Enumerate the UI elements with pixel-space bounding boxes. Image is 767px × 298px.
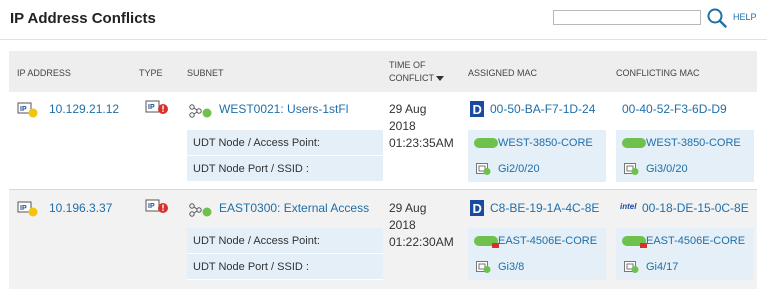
conflict-date: 29 Aug [389, 102, 427, 116]
port-ssid-label: UDT Node Port / SSID : [187, 254, 383, 280]
subnet-icon [189, 104, 212, 118]
svg-text:IP: IP [148, 203, 155, 210]
page-header: IP Address Conflicts HELP [0, 0, 767, 40]
access-point-label: UDT Node / Access Point: [187, 228, 383, 254]
table-row: IP 10.129.21.12 IP WEST0021: Users-1stFl… [9, 92, 757, 189]
conflicting-mac-link[interactable]: 00-40-52-F3-6D-D9 [622, 102, 727, 116]
conflicting-node-name: EAST-4506E-CORE [646, 235, 746, 247]
access-point-label: UDT Node / Access Point: [187, 130, 383, 156]
assigned-port-link[interactable]: Gi2/0/20 [468, 156, 606, 182]
conflict-time: 01:22:30AM [389, 235, 454, 249]
node-status-up-icon [622, 138, 646, 148]
port-ssid-label: UDT Node Port / SSID : [187, 156, 383, 182]
dlink-logo-icon: D [470, 200, 484, 216]
conflicting-port-name: Gi3/0/20 [646, 163, 688, 175]
page-title: IP Address Conflicts [10, 10, 156, 27]
svg-text:D: D [473, 102, 482, 117]
conflicting-port-name: Gi4/17 [646, 261, 679, 273]
conflicting-port-link[interactable]: Gi4/17 [616, 254, 754, 280]
port-up-icon [624, 261, 639, 273]
assigned-port-name: Gi3/8 [498, 261, 525, 273]
column-header-type[interactable]: TYPE [139, 68, 163, 78]
column-header-time-line1[interactable]: TIME OF [389, 60, 426, 70]
warning-indicator-icon [640, 243, 647, 248]
ip-conflict-type-icon: IP [145, 199, 168, 213]
ip-conflict-type-icon: IP [145, 100, 168, 114]
sort-desc-icon [436, 76, 445, 82]
dlink-logo-icon: D [470, 101, 484, 117]
table-header: IP ADDRESS TYPE SUBNET TIME OF CONFLICT … [9, 51, 757, 92]
column-header-conflicting-mac[interactable]: CONFLICTING MAC [616, 68, 700, 78]
assigned-mac-link[interactable]: 00-50-BA-F7-1D-24 [490, 102, 595, 116]
port-up-icon [624, 163, 639, 175]
assigned-mac-link[interactable]: C8-BE-19-1A-4C-8E [490, 201, 599, 215]
conflict-year: 2018 [389, 218, 416, 232]
subnet-link[interactable]: EAST0300: External Access [219, 201, 369, 215]
conflicting-node-link[interactable]: EAST-4506E-CORE [616, 228, 754, 254]
subnet-link[interactable]: WEST0021: Users-1stFl [219, 102, 348, 116]
conflicting-mac-link[interactable]: 00-18-DE-15-0C-8E [642, 201, 749, 215]
help-link[interactable]: HELP [733, 12, 757, 22]
assigned-node-link[interactable]: WEST-3850-CORE [468, 130, 606, 156]
conflict-date: 29 Aug [389, 201, 427, 215]
assigned-node-name: WEST-3850-CORE [498, 137, 593, 149]
column-header-assigned-mac[interactable]: ASSIGNED MAC [468, 68, 537, 78]
svg-text:IP: IP [20, 106, 27, 113]
search-input[interactable] [553, 10, 701, 25]
port-up-icon [476, 261, 491, 273]
column-header-ip[interactable]: IP ADDRESS [17, 68, 71, 78]
assigned-port-name: Gi2/0/20 [498, 163, 540, 175]
svg-text:D: D [473, 201, 482, 216]
conflicting-port-link[interactable]: Gi3/0/20 [616, 156, 754, 182]
search-icon[interactable] [707, 8, 727, 28]
column-header-subnet[interactable]: SUBNET [187, 68, 224, 78]
node-status-up-icon [474, 138, 498, 148]
conflicting-node-link[interactable]: WEST-3850-CORE [616, 130, 754, 156]
intel-logo-icon: intel [620, 202, 637, 211]
assigned-node-link[interactable]: EAST-4506E-CORE [468, 228, 606, 254]
port-up-icon [476, 163, 491, 175]
conflicts-table: IP ADDRESS TYPE SUBNET TIME OF CONFLICT … [9, 51, 757, 291]
table-row: IP 10.196.3.37 IP EAST0300: External Acc… [9, 190, 757, 289]
assigned-node-name: EAST-4506E-CORE [498, 235, 598, 247]
subnet-icon [189, 203, 212, 217]
conflict-time: 01:23:35AM [389, 136, 454, 150]
ip-address-link[interactable]: 10.196.3.37 [49, 201, 112, 215]
column-header-time-line2: CONFLICT [389, 73, 434, 83]
warning-indicator-icon [492, 243, 499, 248]
ip-address-link[interactable]: 10.129.21.12 [49, 102, 119, 116]
ip-address-icon: IP [17, 201, 38, 217]
conflicting-node-name: WEST-3850-CORE [646, 137, 741, 149]
ip-address-icon: IP [17, 102, 38, 118]
conflict-year: 2018 [389, 119, 416, 133]
svg-text:IP: IP [20, 205, 27, 212]
column-header-time[interactable]: CONFLICT [389, 73, 445, 83]
svg-text:IP: IP [148, 104, 155, 111]
assigned-port-link[interactable]: Gi3/8 [468, 254, 606, 280]
